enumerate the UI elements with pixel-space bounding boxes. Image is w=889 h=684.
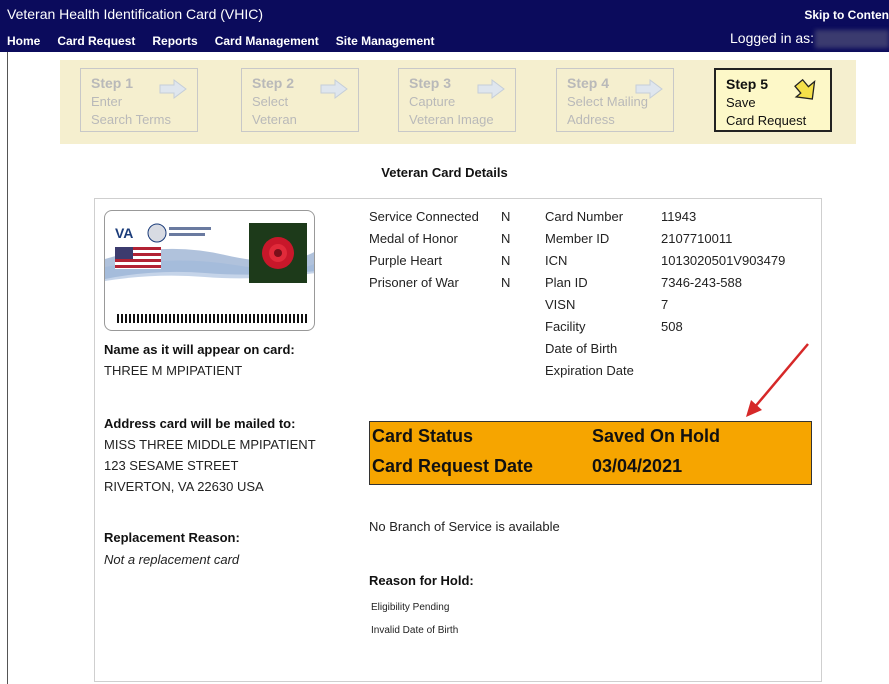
id-label: Member ID bbox=[545, 231, 610, 246]
arrow-right-icon bbox=[477, 79, 505, 99]
logged-in-label: Logged in as: bbox=[730, 30, 815, 46]
id-label: VISN bbox=[545, 297, 576, 312]
address-line-1: MISS THREE MIDDLE MPIPATIENT bbox=[104, 437, 316, 452]
section-title: Veteran Card Details bbox=[381, 165, 508, 180]
id-value: 11943 bbox=[661, 209, 697, 224]
name-value: THREE M MPIPATIENT bbox=[104, 363, 243, 378]
card-status-box: Card Status Saved On Hold Card Request D… bbox=[369, 421, 812, 485]
flag-value: N bbox=[501, 253, 511, 268]
top-header: Veteran Health Identification Card (VHIC… bbox=[0, 0, 889, 52]
step-2[interactable]: Step 2 Select Veteran bbox=[241, 68, 359, 132]
card-request-date-label: Card Request Date bbox=[372, 456, 534, 476]
id-label: ICN bbox=[545, 253, 568, 268]
step-label-line2: Address bbox=[567, 112, 615, 127]
id-value: 2107710011 bbox=[661, 231, 733, 246]
app-title: Veteran Health Identification Card (VHIC… bbox=[7, 6, 264, 22]
nav-site-management[interactable]: Site Management bbox=[336, 34, 435, 48]
branch-of-service-text: No Branch of Service is available bbox=[369, 519, 560, 534]
step-4[interactable]: Step 4 Select Mailing Address bbox=[556, 68, 674, 132]
step-label-line2: Veteran Image bbox=[409, 112, 494, 127]
card-status-value: Saved On Hold bbox=[592, 426, 721, 446]
id-value: 1013020501V903479 bbox=[661, 253, 786, 268]
id-value: 508 bbox=[661, 319, 683, 334]
id-label: Date of Birth bbox=[545, 341, 618, 356]
barcode bbox=[117, 314, 307, 323]
left-border bbox=[7, 52, 8, 684]
redacted-username bbox=[815, 30, 889, 48]
replacement-label: Replacement Reason: bbox=[104, 530, 240, 545]
vhic-card-graphic: VA bbox=[105, 223, 314, 323]
hold-reason: Invalid Date of Birth bbox=[371, 625, 459, 636]
nav-reports[interactable]: Reports bbox=[152, 34, 197, 48]
main-nav: Home Card Request Reports Card Managemen… bbox=[7, 34, 451, 48]
us-flag-icon bbox=[115, 247, 161, 269]
step-label-line2: Card Request bbox=[726, 113, 807, 128]
card-preview-image: VA bbox=[104, 210, 315, 331]
id-value: 7346-243-588 bbox=[661, 275, 742, 290]
nav-home[interactable]: Home bbox=[7, 34, 40, 48]
flag-label: Medal of Honor bbox=[369, 231, 458, 246]
step-label-line2: Veteran bbox=[252, 112, 297, 127]
id-label: Card Number bbox=[545, 209, 624, 224]
address-line-2: 123 SESAME STREET bbox=[104, 458, 239, 473]
flag-label: Prisoner of War bbox=[369, 275, 459, 290]
nav-card-management[interactable]: Card Management bbox=[215, 34, 319, 48]
step-label-line2: Search Terms bbox=[91, 112, 171, 127]
id-label: Facility bbox=[545, 319, 586, 334]
flag-label: Purple Heart bbox=[369, 253, 442, 268]
name-label: Name as it will appear on card: bbox=[104, 342, 295, 357]
step-1[interactable]: Step 1 Enter Search Terms bbox=[80, 68, 198, 132]
address-label: Address card will be mailed to: bbox=[104, 416, 296, 431]
arrow-right-icon bbox=[159, 79, 187, 99]
flag-value: N bbox=[501, 275, 511, 290]
id-value: 7 bbox=[661, 297, 669, 312]
skip-to-content-link[interactable]: Skip to Content bbox=[804, 8, 889, 22]
flag-label: Service Connected bbox=[369, 209, 479, 224]
arrow-down-left-icon bbox=[794, 78, 816, 100]
address-line-3: RIVERTON, VA 22630 USA bbox=[104, 479, 264, 494]
id-label: Plan ID bbox=[545, 275, 588, 290]
flag-value: N bbox=[501, 231, 511, 246]
svg-text:VA: VA bbox=[115, 225, 133, 241]
annotation-arrow-icon bbox=[746, 343, 809, 417]
flag-value: N bbox=[501, 209, 511, 224]
arrow-right-icon bbox=[320, 79, 348, 99]
reason-for-hold-label: Reason for Hold: bbox=[369, 573, 474, 588]
card-request-date-value: 03/04/2021 bbox=[592, 456, 683, 476]
nav-card-request[interactable]: Card Request bbox=[57, 34, 135, 48]
step-3[interactable]: Step 3 Capture Veteran Image bbox=[398, 68, 516, 132]
id-label: Expiration Date bbox=[545, 363, 634, 378]
step-5[interactable]: Step 5 Save Card Request bbox=[714, 68, 832, 132]
replacement-value: Not a replacement card bbox=[104, 552, 240, 567]
card-status-label: Card Status bbox=[372, 426, 474, 446]
hold-reason: Eligibility Pending bbox=[371, 602, 450, 613]
arrow-right-icon bbox=[635, 79, 663, 99]
